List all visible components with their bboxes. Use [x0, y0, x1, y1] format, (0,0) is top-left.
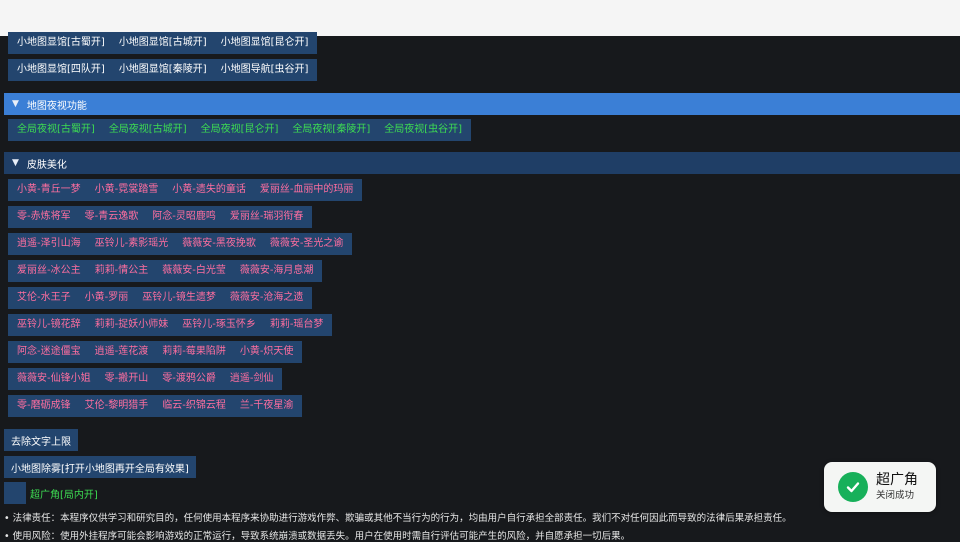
skin-row: 逍遥-泽引山海 巫铃儿-素影瑶光 薇薇安-黑夜挽歌 薇薇安-圣光之谕	[8, 233, 353, 255]
skin-button[interactable]: 薇薇安-仙锋小姐	[13, 368, 95, 390]
skin-button[interactable]: 薇薇安-沧海之遗	[226, 287, 308, 309]
skin-button[interactable]: 小黄-遗失的童话	[168, 179, 250, 201]
skin-button[interactable]: 阿念-迷途僵宝	[13, 341, 85, 363]
toast-subtitle: 关闭成功	[876, 490, 915, 501]
skin-row: 巫铃儿-镜花辞 莉莉-捉妖小师妹 巫铃儿-琢玉怀乡 莉莉-瑶台梦	[8, 314, 333, 336]
night-vision-chonggu-button[interactable]: 全局夜视[虫谷开]	[380, 119, 466, 141]
skin-button[interactable]: 小黄-青丘一梦	[13, 179, 85, 201]
skin-button[interactable]: 零-渡鸦公爵	[158, 368, 220, 390]
minimap-qinling-button[interactable]: 小地图显馆[秦陵开]	[115, 59, 211, 81]
skin-row: 小黄-青丘一梦 小黄-霓裳踏雪 小黄-遗失的童话 爱丽丝-血丽中的玛丽	[8, 179, 363, 201]
skin-button[interactable]: 巫铃儿-镜生遗梦	[138, 287, 220, 309]
night-vision-kunlun-button[interactable]: 全局夜视[昆仑开]	[197, 119, 283, 141]
minimap-row-2: 小地图显馆[四队开] 小地图显馆[秦陵开] 小地图导航[虫谷开]	[8, 59, 318, 81]
skin-button[interactable]: 薇薇安-圣光之谕	[266, 233, 348, 255]
skin-row: 零-磨砺成锋 艾伦-黎明猎手 临云-织锦云程 兰-千夜星渝	[8, 395, 303, 417]
check-circle-icon	[838, 472, 868, 502]
expanded-triangle-icon: ▼	[12, 99, 19, 109]
skin-button[interactable]: 小黄-罗丽	[81, 287, 133, 309]
skin-button[interactable]: 兰-千夜星渝	[236, 395, 298, 417]
skin-button[interactable]: 爱丽丝-冰公主	[13, 260, 85, 282]
skin-button[interactable]: 巫铃儿-素影瑶光	[91, 233, 173, 255]
night-vision-row: 全局夜视[古蜀开] 全局夜视[古城开] 全局夜视[昆仑开] 全局夜视[秦陵开] …	[8, 119, 472, 141]
skin-button[interactable]: 零-赤炼将军	[13, 206, 75, 228]
skin-button[interactable]: 逍遥-泽引山海	[13, 233, 85, 255]
night-vision-section-header[interactable]: ▼ 地图夜视功能	[4, 93, 960, 115]
skin-row: 零-赤炼将军 零-青云逸歌 阿念-灵昭鹿鸣 爱丽丝-瑞羽衔春	[8, 206, 313, 228]
skin-button[interactable]: 莉莉-情公主	[91, 260, 153, 282]
skin-button[interactable]: 艾伦-水王子	[13, 287, 75, 309]
skin-button[interactable]: 巫铃儿-琢玉怀乡	[178, 314, 260, 336]
night-vision-gucheng-button[interactable]: 全局夜视[古城开]	[105, 119, 191, 141]
skin-row: 艾伦-水王子 小黄-罗丽 巫铃儿-镜生遗梦 薇薇安-沧海之遗	[8, 287, 313, 309]
success-toast: 超广角 关闭成功	[824, 462, 936, 512]
top-bar	[0, 0, 960, 36]
skin-button[interactable]: 薇薇安-海月息潮	[236, 260, 318, 282]
skin-button[interactable]: 小黄-炽天使	[236, 341, 298, 363]
minimap-gucheng-button[interactable]: 小地图显馆[古城开]	[115, 32, 211, 54]
skin-button[interactable]: 零-搬开山	[101, 368, 153, 390]
skin-button[interactable]: 莉莉-捉妖小师妹	[91, 314, 173, 336]
skin-row: 阿念-迷途僵宝 逍遥-莲花渡 莉莉-莓果陷阱 小黄-炽天使	[8, 341, 303, 363]
skin-button[interactable]: 薇薇安-黑夜挽歌	[178, 233, 260, 255]
minimap-nav-chonggu-button[interactable]: 小地图导航[虫谷开]	[217, 59, 313, 81]
minimap-kunlun-button[interactable]: 小地图显馆[昆仑开]	[217, 32, 313, 54]
night-vision-gushu-button[interactable]: 全局夜视[古蜀开]	[13, 119, 99, 141]
night-vision-qinling-button[interactable]: 全局夜视[秦陵开]	[288, 119, 374, 141]
skin-row: 薇薇安-仙锋小姐 零-搬开山 零-渡鸦公爵 逍遥-剑仙	[8, 368, 283, 390]
skin-button[interactable]: 爱丽丝-瑞羽衔春	[226, 206, 308, 228]
minimap-fog-button[interactable]: 小地图除雾[打开小地图再开全局有效果]	[4, 456, 196, 478]
toast-title: 超广角	[876, 472, 918, 488]
minimap-gushu-button[interactable]: 小地图显馆[古蜀开]	[13, 32, 109, 54]
skin-button[interactable]: 爱丽丝-血丽中的玛丽	[256, 179, 358, 201]
remove-text-limit-button[interactable]: 去除文字上限	[4, 429, 78, 451]
skins-section-title: 皮肤美化	[26, 159, 67, 171]
super-wide-option: 超广角[局内开]	[4, 482, 98, 504]
skin-button[interactable]: 薇薇安-白光莹	[158, 260, 230, 282]
super-wide-label: 超广角[局内开]	[30, 489, 98, 501]
skin-button[interactable]: 莉莉-莓果陷阱	[158, 341, 230, 363]
skins-section-header[interactable]: ▼ 皮肤美化	[4, 152, 960, 174]
skin-button[interactable]: 阿念-灵昭鹿鸣	[148, 206, 220, 228]
skin-button[interactable]: 艾伦-黎明猎手	[81, 395, 153, 417]
skin-button[interactable]: 逍遥-剑仙	[226, 368, 278, 390]
night-vision-section-title: 地图夜视功能	[26, 100, 87, 112]
skin-button[interactable]: 小黄-霓裳踏雪	[91, 179, 163, 201]
skin-button[interactable]: 零-青云逸歌	[81, 206, 143, 228]
skin-button[interactable]: 莉莉-瑶台梦	[266, 314, 328, 336]
minimap-team4-button[interactable]: 小地图显馆[四队开]	[13, 59, 109, 81]
skin-button[interactable]: 逍遥-莲花渡	[91, 341, 153, 363]
super-wide-checkbox[interactable]	[4, 482, 26, 504]
legal-notice: • 法律责任：本程序仅供学习和研究目的，任何使用本程序来协助进行游戏作弊、欺骗或…	[4, 513, 792, 524]
expanded-triangle-icon: ▼	[12, 158, 19, 168]
skin-button[interactable]: 临云-织锦云程	[158, 395, 230, 417]
skin-row: 爱丽丝-冰公主 莉莉-情公主 薇薇安-白光莹 薇薇安-海月息潮	[8, 260, 323, 282]
skin-button[interactable]: 零-磨砺成锋	[13, 395, 75, 417]
minimap-row-1: 小地图显馆[古蜀开] 小地图显馆[古城开] 小地图显馆[昆仑开]	[8, 32, 318, 54]
skin-button[interactable]: 巫铃儿-镜花辞	[13, 314, 85, 336]
